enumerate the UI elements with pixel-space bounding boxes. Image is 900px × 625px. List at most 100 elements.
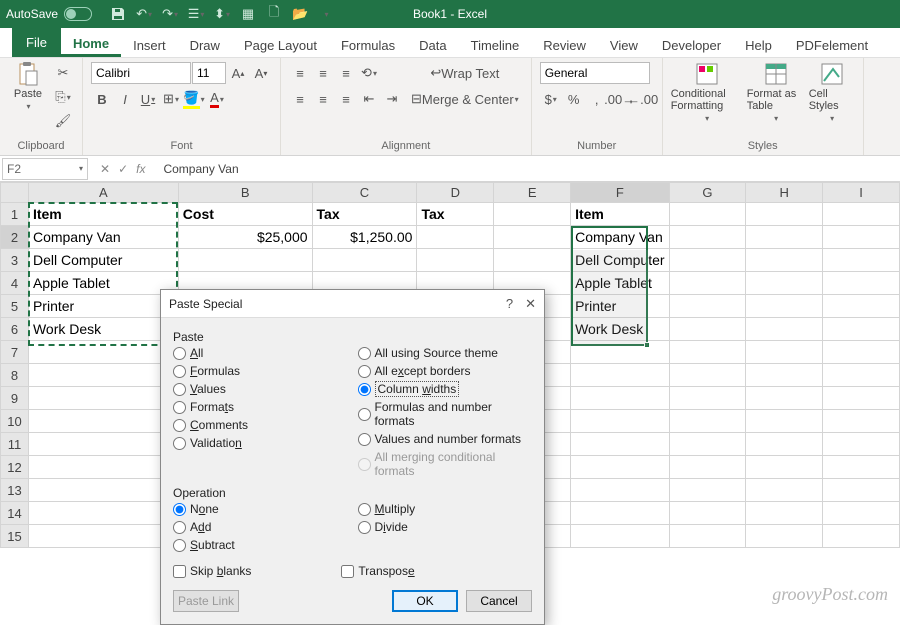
cell-H7[interactable]: [746, 341, 823, 364]
cell-G12[interactable]: [669, 456, 746, 479]
cell-G5[interactable]: [669, 295, 746, 318]
tab-review[interactable]: Review: [531, 32, 598, 57]
cell-H10[interactable]: [746, 410, 823, 433]
enter-formula-icon[interactable]: ✓: [118, 162, 128, 176]
cell-B2[interactable]: $25,000: [178, 226, 312, 249]
formula-input[interactable]: Company Van: [157, 162, 900, 176]
new-icon[interactable]: 🗋: [262, 2, 286, 26]
cell-I14[interactable]: [823, 502, 900, 525]
font-size-select[interactable]: [192, 62, 226, 84]
cell-F6[interactable]: Work Desk: [571, 318, 669, 341]
row-header-1[interactable]: 1: [1, 203, 29, 226]
cell-I15[interactable]: [823, 525, 900, 548]
dialog-titlebar[interactable]: Paste Special ? ✕: [161, 290, 544, 318]
skip-blanks-checkbox[interactable]: Skip blanks: [173, 564, 251, 578]
cell-A12[interactable]: [28, 456, 178, 479]
sort-icon[interactable]: ⬍▾: [210, 2, 234, 26]
row-header-6[interactable]: 6: [1, 318, 29, 341]
cell-G7[interactable]: [669, 341, 746, 364]
cell-I3[interactable]: [823, 249, 900, 272]
font-color-icon[interactable]: A▾: [206, 88, 228, 110]
cell-I11[interactable]: [823, 433, 900, 456]
align-bottom-icon[interactable]: ≡: [335, 62, 357, 84]
cell-A6[interactable]: Work Desk: [28, 318, 178, 341]
cell-A8[interactable]: [28, 364, 178, 387]
radio-formulas[interactable]: Formulas: [173, 364, 348, 378]
cell-G2[interactable]: [669, 226, 746, 249]
cell-F3[interactable]: Dell Computer: [571, 249, 669, 272]
cell-A11[interactable]: [28, 433, 178, 456]
fill-color-icon[interactable]: 🪣▾: [183, 88, 205, 110]
close-icon[interactable]: ✕: [525, 296, 536, 312]
radio-formulas-and-number-formats[interactable]: Formulas and number formats: [358, 400, 533, 428]
cut-icon[interactable]: ✂: [52, 62, 74, 84]
tab-home[interactable]: Home: [61, 30, 121, 57]
column-header-E[interactable]: E: [494, 183, 571, 203]
radio-comments[interactable]: Comments: [173, 418, 348, 432]
borders-icon[interactable]: ⊞▾: [160, 88, 182, 110]
align-left-icon[interactable]: ≡: [289, 88, 311, 110]
cell-H9[interactable]: [746, 387, 823, 410]
format-painter-icon[interactable]: 🖌: [52, 110, 74, 132]
column-header-I[interactable]: I: [823, 183, 900, 203]
row-header-11[interactable]: 11: [1, 433, 29, 456]
cell-F5[interactable]: Printer: [571, 295, 669, 318]
cell-G8[interactable]: [669, 364, 746, 387]
cell-H12[interactable]: [746, 456, 823, 479]
cell-G11[interactable]: [669, 433, 746, 456]
cell-A5[interactable]: Printer: [28, 295, 178, 318]
tab-timeline[interactable]: Timeline: [459, 32, 532, 57]
paste-button[interactable]: Paste▾: [8, 62, 48, 111]
cell-C3[interactable]: [312, 249, 417, 272]
pivot-icon[interactable]: ▦: [236, 2, 260, 26]
cell-E1[interactable]: [494, 203, 571, 226]
bold-button[interactable]: B: [91, 88, 113, 110]
qat-more-icon[interactable]: ▾: [314, 2, 338, 26]
row-header-14[interactable]: 14: [1, 502, 29, 525]
decrease-indent-icon[interactable]: ⇤: [358, 88, 380, 110]
cell-A1[interactable]: Item: [28, 203, 178, 226]
cancel-formula-icon[interactable]: ✕: [100, 162, 110, 176]
align-right-icon[interactable]: ≡: [335, 88, 357, 110]
cell-H13[interactable]: [746, 479, 823, 502]
cell-D2[interactable]: [417, 226, 494, 249]
tab-pdfelement[interactable]: PDFelement: [784, 32, 880, 57]
cell-G6[interactable]: [669, 318, 746, 341]
open-icon[interactable]: 📂: [288, 2, 312, 26]
conditional-formatting-button[interactable]: Conditional Formatting▾: [671, 62, 743, 123]
cell-F15[interactable]: [571, 525, 669, 548]
align-center-icon[interactable]: ≡: [312, 88, 334, 110]
undo-icon[interactable]: ↶▾: [132, 2, 156, 26]
cell-F1[interactable]: Item: [571, 203, 669, 226]
decrease-font-icon[interactable]: A▾: [250, 62, 272, 84]
cell-I4[interactable]: [823, 272, 900, 295]
redo-icon[interactable]: ↷▾: [158, 2, 182, 26]
cell-G10[interactable]: [669, 410, 746, 433]
row-header-8[interactable]: 8: [1, 364, 29, 387]
row-header-2[interactable]: 2: [1, 226, 29, 249]
tab-page-layout[interactable]: Page Layout: [232, 32, 329, 57]
radio-column-widths[interactable]: Column widths: [358, 382, 533, 396]
cell-A10[interactable]: [28, 410, 178, 433]
cell-I2[interactable]: [823, 226, 900, 249]
column-header-G[interactable]: G: [669, 183, 746, 203]
merge-center-button[interactable]: ⊟ Merge & Center ▾: [407, 88, 523, 110]
cell-A13[interactable]: [28, 479, 178, 502]
cell-F10[interactable]: [571, 410, 669, 433]
column-header-B[interactable]: B: [178, 183, 312, 203]
radio-formats[interactable]: Formats: [173, 400, 348, 414]
tab-developer[interactable]: Developer: [650, 32, 733, 57]
percent-button[interactable]: %: [563, 88, 585, 110]
tab-file[interactable]: File: [12, 28, 61, 57]
radio-add[interactable]: Add: [173, 520, 348, 534]
column-header-C[interactable]: C: [312, 183, 417, 203]
cell-F2[interactable]: Company Van: [571, 226, 669, 249]
cell-I12[interactable]: [823, 456, 900, 479]
number-format-select[interactable]: [540, 62, 650, 84]
cell-H6[interactable]: [746, 318, 823, 341]
cell-I13[interactable]: [823, 479, 900, 502]
cell-G15[interactable]: [669, 525, 746, 548]
radio-all-except-borders[interactable]: All except borders: [358, 364, 533, 378]
row-header-12[interactable]: 12: [1, 456, 29, 479]
name-box[interactable]: F2▾: [2, 158, 88, 180]
